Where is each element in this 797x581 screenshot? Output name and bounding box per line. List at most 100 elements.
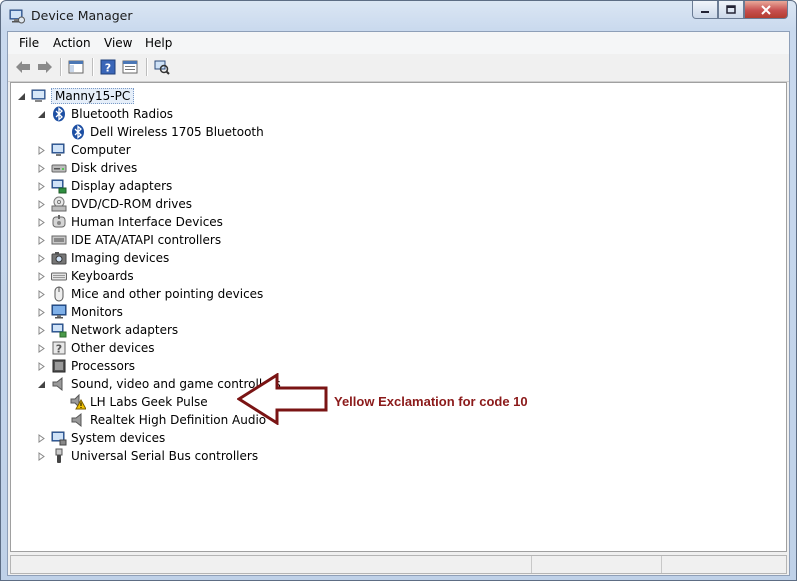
- tree-item-label: Mice and other pointing devices: [71, 287, 264, 301]
- help-icon: ?: [100, 59, 116, 75]
- expand-arrow-icon[interactable]: [37, 361, 46, 371]
- camera-icon: [51, 252, 67, 265]
- tree-item-label: Display adapters: [71, 179, 173, 193]
- keyboard-icon: [51, 272, 67, 281]
- forward-arrow-icon: [38, 61, 52, 73]
- expand-arrow-icon[interactable]: [37, 163, 46, 173]
- expand-arrow-icon[interactable]: [37, 289, 46, 299]
- expand-arrow-icon[interactable]: [37, 217, 46, 227]
- tree-item-keyboards[interactable]: Keyboards: [37, 267, 134, 285]
- collapse-arrow-icon[interactable]: [37, 380, 46, 389]
- collapse-arrow-icon[interactable]: [37, 110, 46, 119]
- menu-bar: File Action View Help: [8, 32, 789, 55]
- minimize-button[interactable]: [692, 1, 718, 19]
- tree-item-usb-controllers[interactable]: Universal Serial Bus controllers: [37, 447, 258, 465]
- annotation-text: Yellow Exclamation for code 10: [334, 394, 528, 409]
- expand-arrow-icon[interactable]: [37, 145, 46, 155]
- tree-item-label: Computer: [71, 143, 131, 157]
- expand-arrow-icon[interactable]: [37, 199, 46, 209]
- network-adapter-icon: [51, 323, 67, 338]
- tree-device-lh-labs-geek-pulse[interactable]: LH Labs Geek Pulse: [70, 393, 208, 411]
- tree-item-other-devices[interactable]: ? Other devices: [37, 339, 155, 357]
- minimize-icon: [701, 10, 709, 13]
- tree-item-network-adapters[interactable]: Network adapters: [37, 321, 178, 339]
- tree-item-label: Monitors: [71, 305, 123, 319]
- display-adapter-icon: [51, 179, 67, 194]
- properties-button[interactable]: [120, 58, 140, 76]
- tree-item-label: Keyboards: [71, 269, 134, 283]
- tree-item-system-devices[interactable]: System devices: [37, 429, 165, 447]
- device-manager-window: Device Manager File Action View Help ? M…: [0, 0, 797, 581]
- tree-item-mice[interactable]: Mice and other pointing devices: [37, 285, 263, 303]
- tree-item-ide-controllers[interactable]: IDE ATA/ATAPI controllers: [37, 231, 221, 249]
- expand-arrow-icon[interactable]: [37, 451, 46, 461]
- expand-arrow-icon[interactable]: [37, 343, 46, 353]
- collapse-arrow-icon[interactable]: [17, 92, 26, 101]
- bluetooth-icon: [72, 124, 84, 140]
- ide-controller-icon: [51, 235, 67, 245]
- tree-item-dvd-cdrom[interactable]: DVD/CD-ROM drives: [37, 195, 192, 213]
- expand-arrow-icon[interactable]: [37, 271, 46, 281]
- expand-arrow-icon[interactable]: [37, 181, 46, 191]
- mouse-icon: [54, 286, 64, 302]
- hid-icon: [52, 215, 66, 228]
- tree-item-monitors[interactable]: Monitors: [37, 303, 123, 321]
- tree-item-label: Human Interface Devices: [71, 215, 223, 229]
- menu-view[interactable]: View: [104, 36, 132, 50]
- speaker-icon: [52, 376, 63, 392]
- speaker-icon: [71, 412, 82, 428]
- forward-button[interactable]: [35, 58, 55, 76]
- tree-item-hid[interactable]: Human Interface Devices: [37, 213, 223, 231]
- maximize-button[interactable]: [718, 1, 744, 19]
- device-manager-icon: [9, 9, 25, 24]
- usb-icon: [55, 448, 63, 463]
- tree-item-imaging-devices[interactable]: Imaging devices: [37, 249, 169, 267]
- status-cell: [531, 556, 662, 573]
- speaker-warning-icon: [70, 394, 86, 410]
- back-button[interactable]: [13, 58, 33, 76]
- window-title: Device Manager: [31, 8, 133, 23]
- help-button[interactable]: ?: [98, 58, 118, 76]
- show-hide-tree-button[interactable]: [66, 58, 86, 76]
- caption-buttons: [692, 1, 788, 21]
- tree-item-disk-drives[interactable]: Disk drives: [37, 159, 137, 177]
- tree-item-processors[interactable]: Processors: [37, 357, 135, 375]
- menu-file[interactable]: File: [19, 36, 39, 50]
- tree-item-bluetooth-radios[interactable]: Bluetooth Radios: [37, 105, 173, 123]
- menu-help[interactable]: Help: [145, 36, 172, 50]
- close-icon: [761, 4, 771, 15]
- tree-item-display-adapters[interactable]: Display adapters: [37, 177, 172, 195]
- processor-icon: [52, 359, 66, 373]
- toolbar: ?: [8, 54, 789, 82]
- scan-hardware-icon: [154, 60, 170, 75]
- tree-item-label: Other devices: [71, 341, 155, 355]
- computer-root-icon: [31, 89, 46, 102]
- expand-arrow-icon[interactable]: [37, 325, 46, 335]
- device-tree[interactable]: Manny15-PC Bluetooth Radios Dell Wireles…: [10, 82, 787, 552]
- expand-arrow-icon[interactable]: [37, 253, 46, 263]
- status-bar: [10, 555, 787, 574]
- toolbar-separator: [146, 58, 148, 76]
- svg-text:?: ?: [105, 62, 111, 75]
- tree-device-label: LH Labs Geek Pulse: [90, 395, 208, 409]
- maximize-icon: [726, 4, 736, 14]
- tree-item-label: Disk drives: [71, 161, 138, 175]
- tree-item-label: Imaging devices: [71, 251, 170, 265]
- expand-arrow-icon[interactable]: [37, 433, 46, 443]
- tree-item-label: Bluetooth Radios: [71, 107, 174, 121]
- expand-arrow-icon[interactable]: [37, 307, 46, 317]
- menu-action[interactable]: Action: [53, 36, 91, 50]
- scan-hardware-button[interactable]: [152, 58, 172, 76]
- tree-item-label: Processors: [71, 359, 136, 373]
- expand-arrow-icon[interactable]: [37, 235, 46, 245]
- tree-item-computer[interactable]: Computer: [37, 141, 131, 159]
- tree-device-dell-bluetooth[interactable]: Dell Wireless 1705 Bluetooth: [70, 123, 264, 141]
- svg-text:?: ?: [56, 343, 62, 356]
- bluetooth-icon: [53, 106, 65, 122]
- status-cell: [11, 556, 532, 573]
- tree-item-label: System devices: [71, 431, 166, 445]
- tree-item-label: Universal Serial Bus controllers: [71, 449, 259, 463]
- close-button[interactable]: [744, 1, 788, 19]
- title-bar[interactable]: Device Manager: [1, 1, 796, 31]
- tree-root[interactable]: Manny15-PC: [17, 87, 135, 105]
